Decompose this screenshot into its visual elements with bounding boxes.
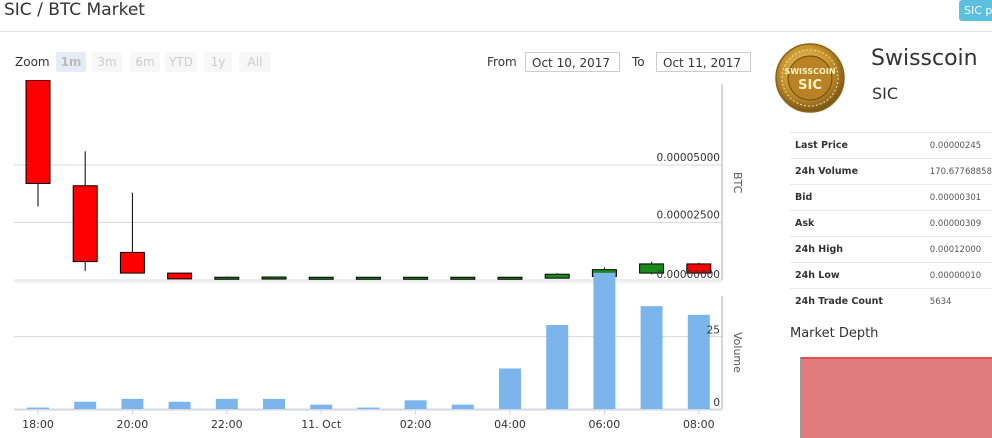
candle-body (355, 276, 381, 280)
volume-tick-label: 25 (707, 325, 720, 337)
volume-bar (121, 398, 144, 409)
x-tick-label: 20:00 (117, 418, 149, 431)
stat-value: 0.00000309 (929, 210, 992, 237)
x-tick-label: 04:00 (494, 418, 526, 431)
volume-bar (357, 407, 380, 409)
stat-value: 0.00000301 (929, 184, 992, 211)
to-label: To (632, 55, 645, 69)
stats-row-last-price: Last Price 0.00000245 (790, 132, 992, 159)
volume-bar (74, 401, 97, 409)
to-date-input[interactable]: Oct 11, 2017 (656, 52, 751, 72)
x-tick-label: 06:00 (589, 418, 621, 431)
candle-body (450, 276, 476, 280)
volume-bar (215, 398, 238, 409)
stat-value: 0.00012000 (929, 236, 992, 263)
stat-label: Bid (790, 184, 930, 211)
candle-body (72, 185, 98, 263)
logo-sub: SIC (798, 78, 822, 93)
stat-value: 170.67768858 (929, 158, 992, 185)
volume-bar (310, 404, 333, 409)
stat-label: 24h High (790, 236, 930, 263)
zoom-ytd-button[interactable]: YTD (165, 52, 197, 72)
candle-body (544, 273, 570, 279)
x-tick-label: 18:00 (22, 418, 54, 431)
candle-body (214, 276, 240, 280)
volume-bar (546, 324, 569, 409)
zoom-label: Zoom (15, 55, 50, 69)
market-tag-button[interactable]: SIC p (959, 0, 992, 21)
coin-name: Swisscoin (871, 46, 978, 71)
candle-body (167, 272, 193, 280)
volume-bar (27, 407, 49, 409)
stats-row-ask: Ask 0.00000309 (790, 210, 992, 237)
market-depth-chart[interactable] (801, 357, 992, 438)
header-divider (0, 31, 992, 32)
swisscoin-logo-icon: SWISSCOIN SIC (775, 43, 845, 113)
price-chart[interactable]: 0.00005000 0.00002500 0.00000000 BTC 25 0 Volu… (0, 80, 770, 438)
volume-bar (640, 306, 663, 409)
price-tick-label: 0.00002500 (657, 210, 720, 222)
volume-bar (404, 400, 427, 409)
candle-body (119, 251, 145, 274)
stat-label: Ask (790, 210, 930, 237)
volume-bar (263, 398, 285, 409)
volume-bar (451, 404, 474, 409)
stat-label: 24h Low (790, 262, 930, 289)
zoom-6m-button[interactable]: 6m (130, 52, 160, 72)
x-tick-label: 08:00 (683, 418, 715, 431)
zoom-1y-button[interactable]: 1y (204, 52, 232, 72)
stat-label: 24h Volume (790, 158, 930, 185)
stat-label: Last Price (790, 132, 930, 159)
price-tick-label: 0.00005000 (657, 152, 720, 164)
logo-text: SWISSCOIN (784, 67, 835, 76)
zoom-all-button[interactable]: All (239, 52, 271, 72)
page-title: SIC / BTC Market (4, 0, 145, 20)
stats-row-low: 24h Low 0.00000010 (790, 262, 992, 289)
zoom-1m-button[interactable]: 1m (56, 52, 86, 72)
stat-value: 0.00000245 (929, 132, 992, 159)
stat-value: 0.00000010 (929, 262, 992, 289)
stat-label: 24h Trade Count (790, 288, 930, 314)
price-tick-label: 0.00000000 (657, 269, 720, 281)
x-tick-label: 22:00 (211, 418, 243, 431)
coin-symbol: SIC (872, 84, 899, 103)
volume-axis-title: Volume (731, 332, 744, 373)
market-depth-title: Market Depth (790, 326, 879, 341)
volume-bar (499, 368, 521, 409)
volume-bar (593, 272, 616, 409)
candle-body (497, 276, 523, 280)
candle-body (308, 276, 334, 280)
zoom-3m-button[interactable]: 3m (92, 52, 122, 72)
market-stats-table: Last Price 0.00000245 24h Volume 170.67768… (790, 132, 992, 314)
stats-row-trade-count: 24h Trade Count 5634 (790, 288, 992, 314)
from-date-input[interactable]: Oct 10, 2017 (525, 52, 620, 72)
stat-value: 5634 (929, 288, 992, 314)
candle-body (403, 276, 429, 280)
price-axis-title: BTC (731, 172, 744, 194)
stats-row-volume: 24h Volume 170.67768858 (790, 158, 992, 185)
x-tick-label: 02:00 (400, 418, 432, 431)
candle-body (25, 80, 51, 184)
volume-tick-label: 0 (713, 397, 720, 409)
candle-body (261, 276, 287, 280)
stats-row-high: 24h High 0.00012000 (790, 236, 992, 263)
volume-bar (168, 401, 191, 409)
stats-row-bid: Bid 0.00000301 (790, 184, 992, 211)
from-label: From (487, 55, 517, 69)
x-tick-label: 11. Oct (301, 418, 342, 431)
